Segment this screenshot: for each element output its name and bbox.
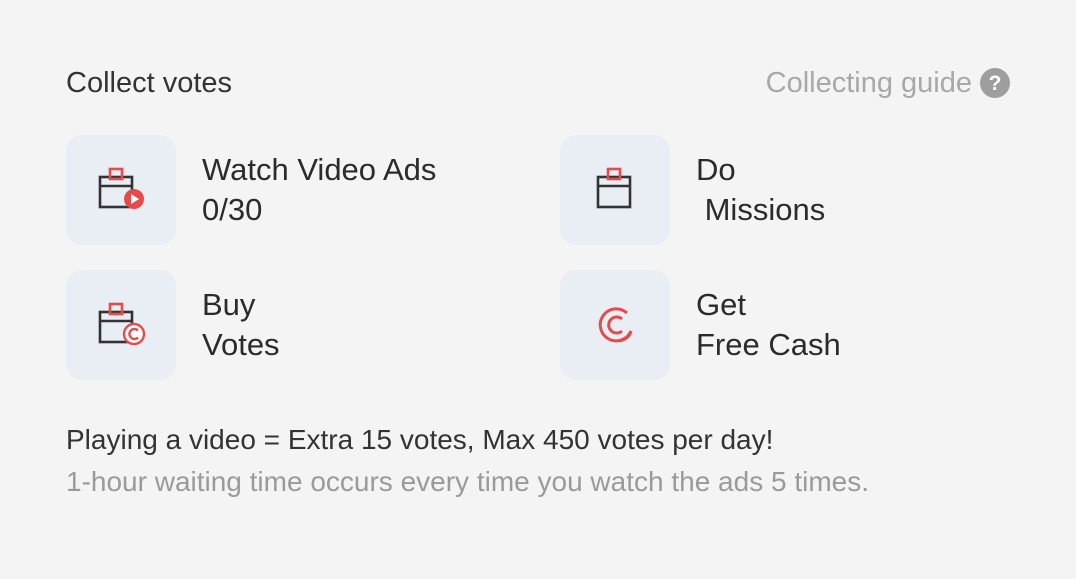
votes-info-main: Playing a video = Extra 15 votes, Max 45…	[66, 424, 774, 455]
collect-votes-panel: Collect votes Collecting guide ? Watch V…	[0, 0, 1076, 579]
options-grid: Watch Video Ads 0/30 Do Missions Buy Vot…	[66, 135, 1010, 380]
votes-info-note: Playing a video = Extra 15 votes, Max 45…	[66, 420, 966, 502]
buy-votes-label: Buy Votes	[202, 285, 280, 365]
buy-votes-button[interactable]: Buy Votes	[66, 270, 280, 380]
get-free-cash-button[interactable]: Get Free Cash	[560, 270, 841, 380]
get-free-cash-label: Get Free Cash	[696, 285, 841, 365]
buy-votes-line2: Votes	[202, 327, 280, 362]
cash-coin-icon	[598, 307, 633, 343]
do-missions-line1: Do	[696, 152, 736, 187]
buy-votes-line1: Buy	[202, 287, 256, 322]
buy-votes-icon-tile	[66, 270, 176, 380]
collecting-guide-label: Collecting guide	[765, 66, 972, 99]
do-missions-label: Do Missions	[696, 150, 825, 230]
section-title: Collect votes	[66, 66, 233, 99]
free-cash-icon-tile	[560, 270, 670, 380]
get-free-cash-line2: Free Cash	[696, 327, 841, 362]
do-missions-line2: Missions	[696, 192, 826, 227]
watch-video-icon-tile	[66, 135, 176, 245]
collecting-guide-link[interactable]: Collecting guide ?	[766, 67, 1010, 100]
help-icon: ?	[980, 68, 1010, 98]
section-header: Collect votes Collecting guide ?	[66, 62, 1010, 104]
calendar-play-icon	[98, 167, 144, 209]
calendar-coin-icon	[98, 302, 146, 346]
watch-video-ads-count: 0/30	[202, 192, 263, 227]
watch-video-ads-label: Watch Video Ads 0/30	[202, 150, 436, 230]
watch-video-ads-button[interactable]: Watch Video Ads 0/30	[66, 135, 436, 245]
get-free-cash-line1: Get	[696, 287, 746, 322]
watch-video-ads-title: Watch Video Ads	[202, 152, 437, 187]
do-missions-button[interactable]: Do Missions	[560, 135, 825, 245]
calendar-icon	[596, 167, 632, 209]
votes-info-sub: 1-hour waiting time occurs every time yo…	[66, 466, 870, 497]
missions-icon-tile	[560, 135, 670, 245]
